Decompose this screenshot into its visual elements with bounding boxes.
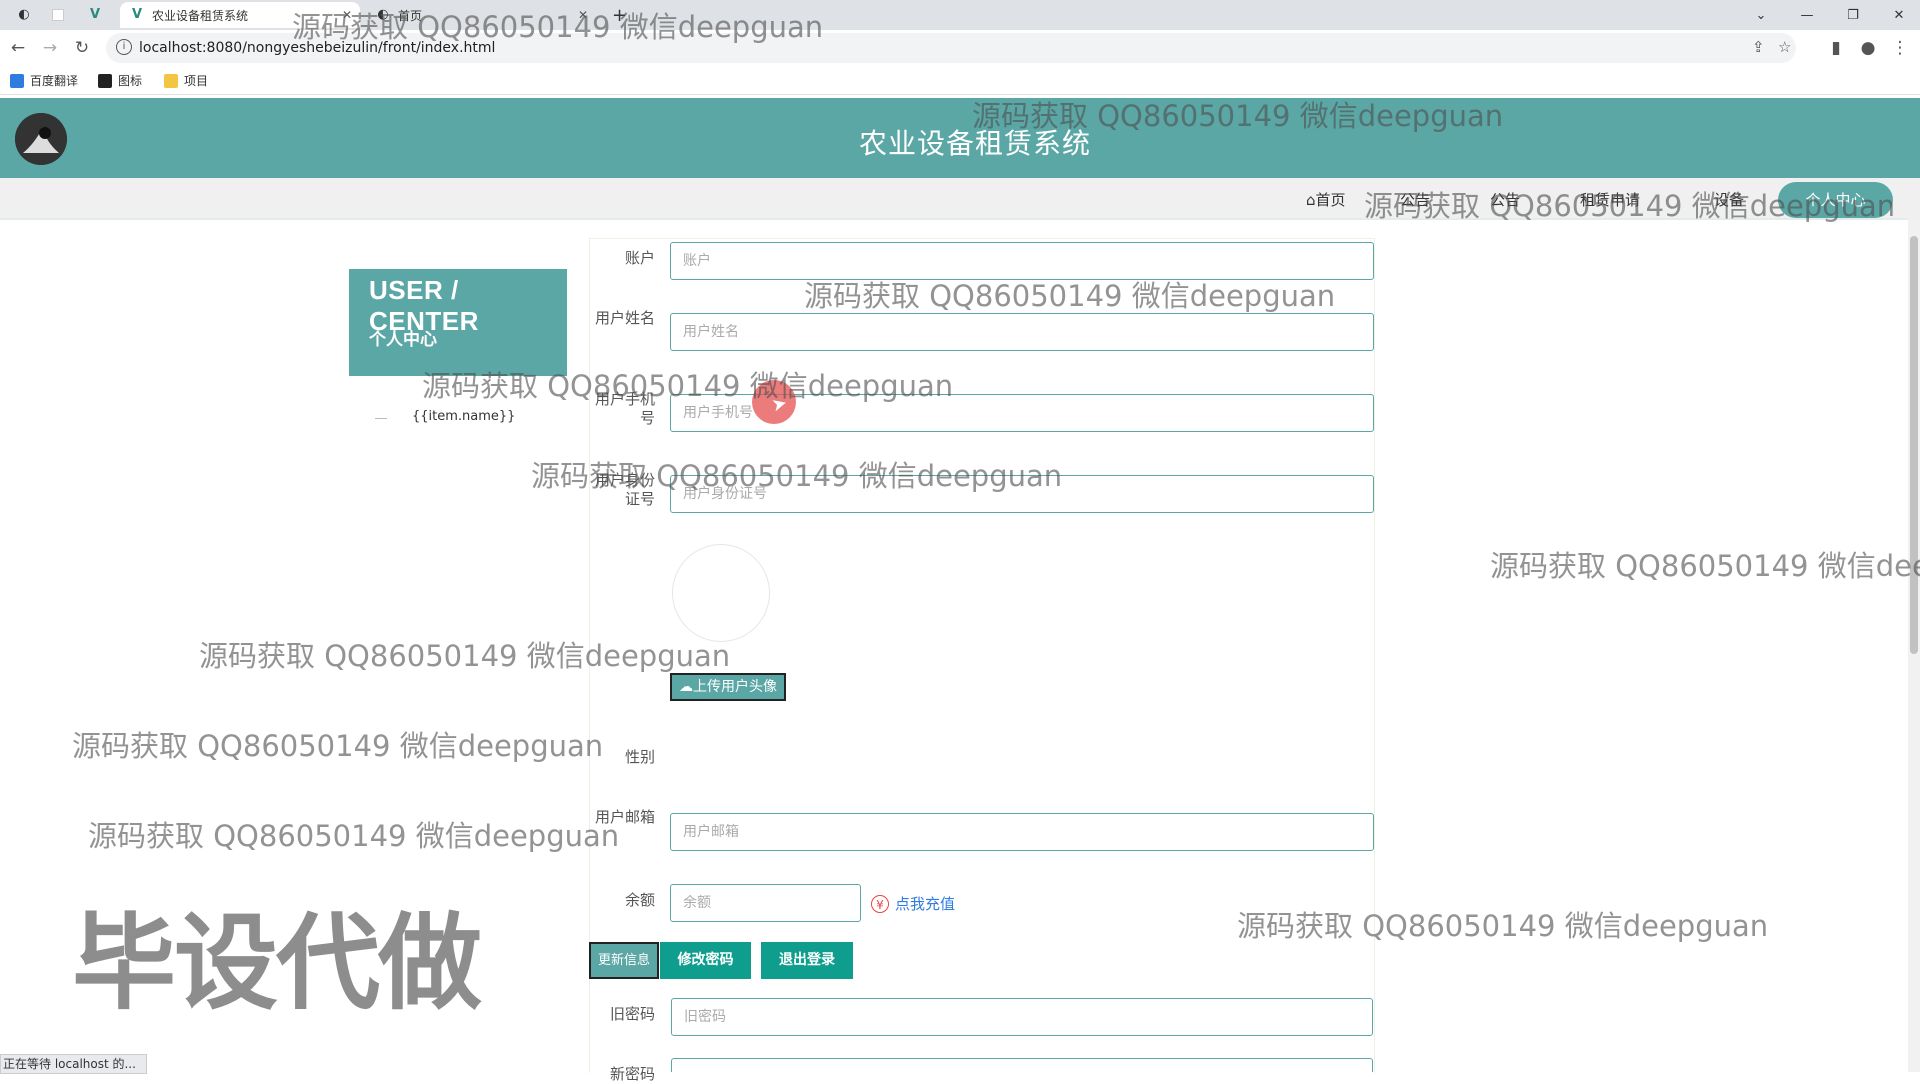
- blank-page-icon: [52, 9, 64, 21]
- tab-pinned[interactable]: ◐: [8, 2, 38, 28]
- watermark-stamp: 毕设代做: [72, 902, 482, 1024]
- bookmarks-bar: 百度翻译 图标 项目: [0, 66, 1920, 95]
- forward-icon[interactable]: →: [38, 36, 62, 60]
- logout-button[interactable]: 退出登录: [761, 942, 853, 979]
- new-password-label: 新密码: [609, 1065, 655, 1083]
- recharge-label: 点我充值: [895, 895, 956, 913]
- bookmark-icons[interactable]: 图标: [98, 72, 142, 89]
- address-bar: ← → ↻ i localhost:8080/nongyeshebeizulin…: [0, 30, 1920, 66]
- avatar: [672, 544, 770, 642]
- browser-tab-bar: ◐ V V 农业设备租赁系统 ✕ ◐ 首页 ✕ + ⌄ — ❐ ✕: [0, 0, 1920, 30]
- nav-home-label: 首页: [1315, 191, 1346, 209]
- bookmark-label: 百度翻译: [30, 74, 79, 88]
- menu-divider: [375, 418, 387, 419]
- balance-input[interactable]: 余额: [670, 884, 861, 922]
- nav-item-3[interactable]: 公告: [1490, 189, 1520, 210]
- gender-label: 性别: [624, 748, 655, 766]
- vue-icon: V: [89, 7, 101, 22]
- old-password-input[interactable]: 旧密码: [671, 998, 1373, 1036]
- watermark: 源码获取 QQ86050149 微信deepguan: [72, 729, 604, 763]
- tab-search-icon[interactable]: ⌄: [1738, 0, 1784, 30]
- main-nav: ⌂首页 公告 公告 租赁申请 设备 个人中心: [0, 178, 1920, 220]
- nav-item-5[interactable]: 设备: [1714, 189, 1744, 210]
- page-scrollbar[interactable]: [1908, 218, 1920, 1072]
- tab-title: 农业设备租赁系统: [152, 8, 249, 23]
- nav-item-4[interactable]: 租赁申请: [1580, 189, 1640, 210]
- bookmark-translate[interactable]: 百度翻译: [10, 72, 78, 89]
- name-input[interactable]: 用户姓名: [670, 313, 1374, 351]
- upload-avatar-button[interactable]: ☁上传用户头像: [670, 673, 786, 701]
- vue-icon: V: [131, 7, 143, 22]
- site-header: 农业设备租赁系统: [0, 98, 1920, 178]
- new-tab-button[interactable]: +: [612, 2, 638, 28]
- tab-active[interactable]: V 农业设备租赁系统 ✕: [120, 2, 360, 28]
- folder-icon: [164, 73, 178, 88]
- tab-second[interactable]: ◐ 首页 ✕: [366, 2, 596, 28]
- id-card-label: 用户身份证号: [595, 471, 656, 508]
- phone-label: 用户手机号: [595, 390, 656, 427]
- side-panel-icon[interactable]: ▮: [1824, 36, 1848, 60]
- user-center-menu-item[interactable]: {{item.name}}: [412, 409, 515, 424]
- user-center-subtitle: 个人中心: [369, 330, 437, 350]
- url-field[interactable]: i localhost:8080/nongyeshebeizulin/front…: [106, 33, 1796, 63]
- globe-icon: ◐: [18, 7, 30, 22]
- close-window-icon[interactable]: ✕: [1876, 0, 1920, 30]
- url-text[interactable]: localhost:8080/nongyeshebeizulin/front/i…: [139, 40, 495, 56]
- recharge-link[interactable]: ¥ 点我充值: [871, 893, 955, 914]
- back-icon[interactable]: ←: [6, 36, 30, 60]
- tab-blank[interactable]: [42, 2, 72, 28]
- reload-icon[interactable]: ↻: [70, 36, 94, 60]
- site-title: 农业设备租赁系统: [858, 127, 1091, 160]
- watermark: 源码获取 QQ86050149 微信deepguan: [1490, 549, 1920, 583]
- nav-user-center[interactable]: 个人中心: [1778, 182, 1893, 218]
- close-tab-icon[interactable]: ✕: [342, 8, 352, 22]
- tab-vue[interactable]: V: [78, 2, 112, 28]
- account-label: 账户: [624, 249, 655, 267]
- watermark: 源码获取 QQ86050149 微信deepguan: [88, 819, 620, 853]
- new-password-input[interactable]: [671, 1058, 1373, 1072]
- profile-icon[interactable]: ●: [1856, 36, 1880, 60]
- change-password-button[interactable]: 修改密码: [660, 942, 751, 979]
- user-center-card: USER / CENTER 个人中心: [349, 269, 567, 376]
- star-icon[interactable]: ☆: [1778, 38, 1791, 56]
- scrollbar-thumb[interactable]: [1910, 236, 1918, 654]
- menu-icon[interactable]: ⋮: [1888, 36, 1912, 60]
- tab-title: 首页: [398, 8, 423, 23]
- bookmark-label: 项目: [184, 74, 209, 88]
- account-input[interactable]: 账户: [670, 242, 1374, 280]
- info-icon[interactable]: i: [116, 39, 132, 55]
- name-label: 用户姓名: [595, 309, 656, 327]
- old-password-label: 旧密码: [609, 1005, 655, 1023]
- email-input[interactable]: 用户邮箱: [670, 813, 1374, 851]
- translate-icon: [10, 73, 24, 88]
- bookmark-label: 图标: [118, 74, 143, 88]
- image-icon: [98, 73, 112, 88]
- close-tab-icon[interactable]: ✕: [578, 8, 588, 22]
- status-bar: 正在等待 localhost 的...: [0, 1054, 147, 1074]
- update-info-button[interactable]: 更新信息: [589, 942, 659, 979]
- nav-home[interactable]: ⌂首页: [1306, 189, 1346, 210]
- nav-item-2[interactable]: 公告: [1400, 189, 1430, 210]
- email-label: 用户邮箱: [595, 808, 656, 826]
- yen-icon: ¥: [871, 894, 889, 913]
- upload-avatar-label: 上传用户头像: [693, 679, 777, 695]
- restore-icon[interactable]: ❐: [1830, 0, 1876, 30]
- cloud-upload-icon: ☁: [679, 679, 693, 695]
- bookmark-project[interactable]: 项目: [164, 72, 208, 89]
- share-icon[interactable]: ⇪: [1752, 38, 1765, 56]
- globe-icon: ◐: [377, 7, 389, 22]
- minimize-icon[interactable]: —: [1784, 0, 1830, 30]
- id-card-input[interactable]: 用户身份证号: [670, 475, 1374, 513]
- balance-label: 余额: [624, 891, 655, 909]
